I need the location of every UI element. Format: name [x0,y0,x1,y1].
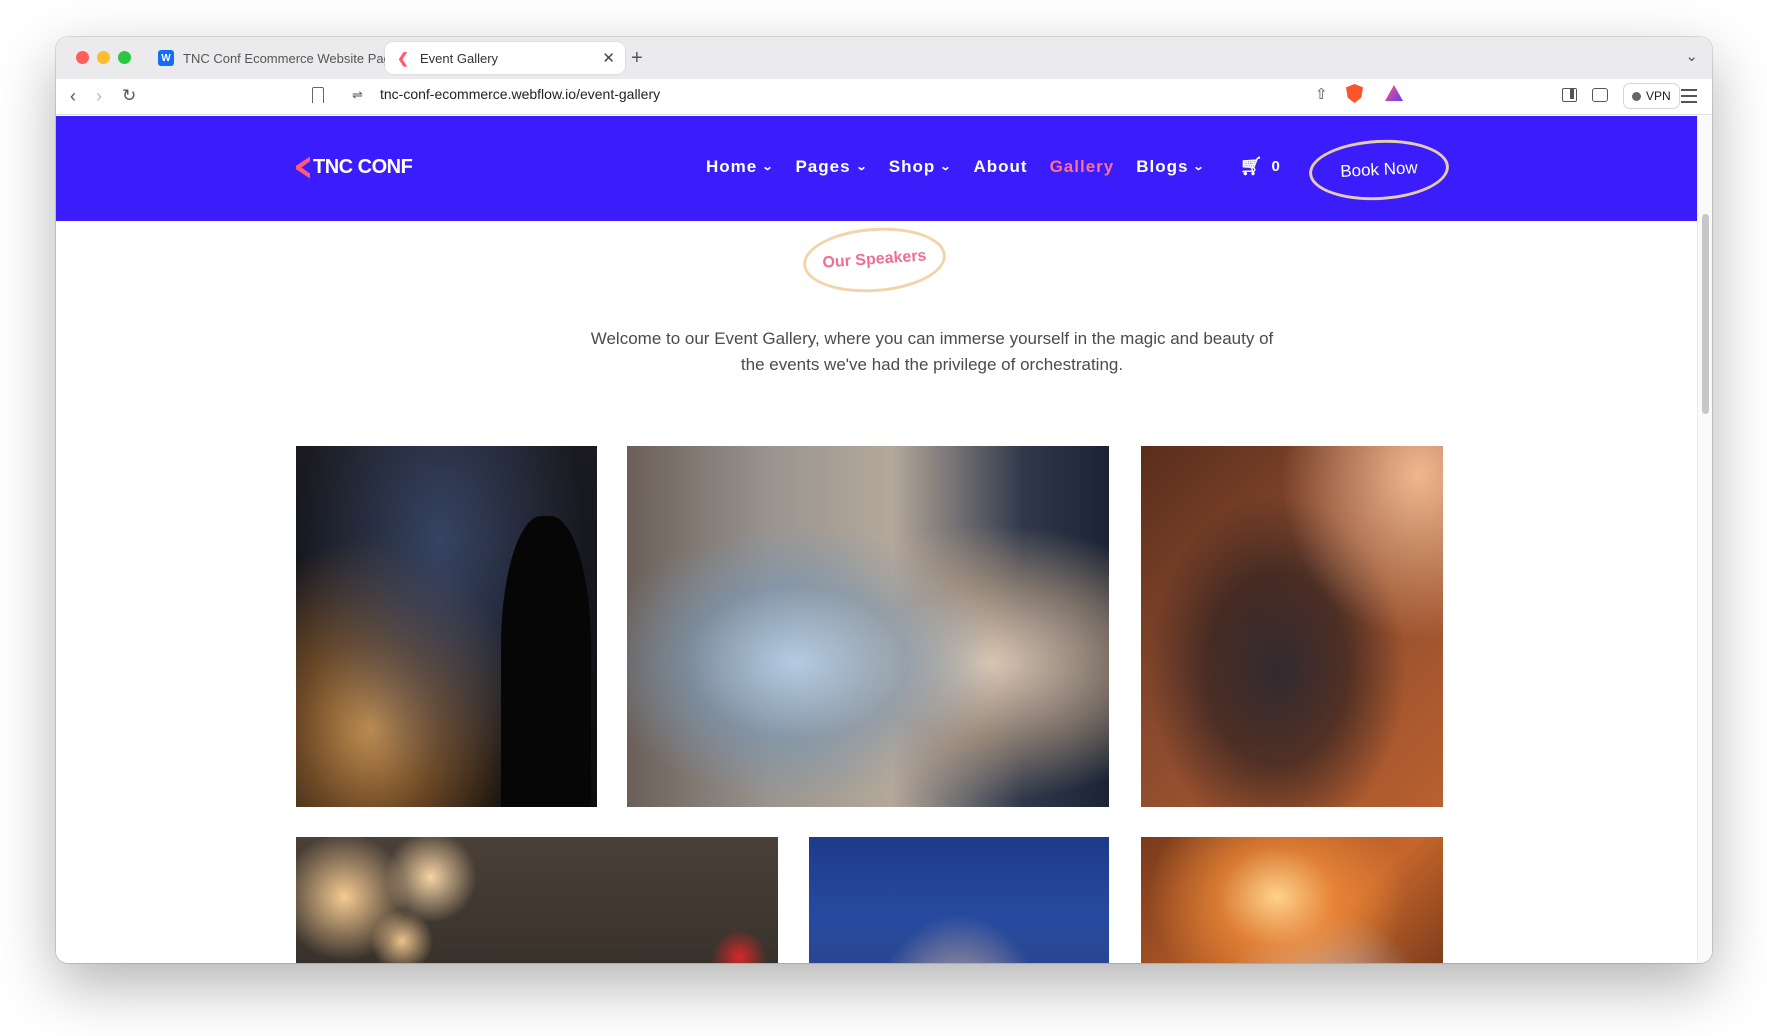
nav-gallery[interactable]: Gallery [1050,157,1115,177]
forward-icon[interactable]: › [96,86,102,107]
gallery-photo-attendee[interactable] [809,837,1109,963]
vpn-button[interactable]: VPN [1623,83,1680,109]
hamburger-menu-icon[interactable] [1681,89,1697,107]
nav-blogs[interactable]: Blogs ⌄ [1136,156,1207,177]
shopping-cart-icon: 🛒︎ [1239,156,1263,176]
reload-icon[interactable]: ↻ [122,86,136,106]
sidebar-toggle-icon[interactable] [1562,88,1577,102]
cart-button[interactable]: 🛒︎ 0 [1240,156,1280,177]
gallery-photo-audience[interactable] [627,446,1109,807]
nav-about-label: About [973,156,1028,176]
page-viewport: TNC CONF Home ⌄ Pages ⌄ Shop ⌄ About Galler… [56,116,1697,963]
chevron-down-icon: ⌄ [939,161,954,173]
browser-window: W TNC Conf Ecommerce Website Page ❮ Even… [56,37,1712,963]
chevron-down-icon: ⌄ [761,161,775,173]
nav-gallery-label: Gallery [1049,156,1115,176]
page-scrollbar[interactable] [1697,116,1712,963]
bookmark-icon[interactable] [312,87,324,103]
brave-rewards-icon[interactable] [1385,85,1403,101]
tnc-logo-icon [296,156,310,179]
tnc-favicon-icon: ❮ [397,49,409,66]
nav-home-label: Home [706,156,758,176]
gallery-photo-speaker[interactable] [296,446,597,807]
intro-line-2: the events we've had the privilege of or… [740,355,1124,374]
tab-strip: W TNC Conf Ecommerce Website Page ❮ Even… [56,37,1712,79]
nav-about[interactable]: About [973,157,1027,177]
brave-shields-icon[interactable] [1346,84,1363,103]
new-tab-button[interactable]: + [631,47,643,70]
gallery-photo-dancing[interactable] [1141,446,1443,807]
site-settings-icon[interactable]: ⇌ [352,87,363,103]
nav-home[interactable]: Home ⌄ [706,156,775,177]
gallery-photo-headphones[interactable] [1141,837,1443,963]
logo-text: TNC CONF [313,156,413,178]
section-eyebrow: Our Speakers [800,223,949,297]
vpn-label: VPN [1646,89,1671,103]
nav-shop-label: Shop [888,156,936,176]
scrollbar-thumb[interactable] [1702,214,1709,414]
site-logo[interactable]: TNC CONF [296,156,413,179]
nav-blogs-label: Blogs [1136,156,1189,176]
chevron-down-icon: ⌄ [1192,161,1207,173]
share-icon[interactable]: ⇧ [1315,85,1328,103]
tab-event-gallery[interactable]: ❮ Event Gallery ✕ [385,42,625,74]
tab-title: Event Gallery [420,50,499,66]
zoom-window-button[interactable] [118,51,131,64]
url-field[interactable]: tnc-conf-ecommerce.webflow.io/event-gall… [380,86,660,102]
close-tab-icon[interactable]: ✕ [602,49,615,67]
vpn-status-icon [1632,91,1641,101]
chevron-down-icon: ⌄ [855,161,869,173]
nav-pages[interactable]: Pages ⌄ [795,156,869,177]
site-navbar: TNC CONF Home ⌄ Pages ⌄ Shop ⌄ About Galler… [56,116,1697,221]
close-window-button[interactable] [76,51,89,64]
webflow-favicon-icon: W [158,50,174,66]
nav-shop[interactable]: Shop ⌄ [889,157,952,177]
main-nav: Home ⌄ Pages ⌄ Shop ⌄ About Gallery Blogs ⌄ [706,156,1280,177]
nav-pages-label: Pages [795,156,851,176]
cart-count: 0 [1271,158,1280,175]
gallery-photo-friends[interactable] [296,837,778,963]
intro-line-1: Welcome to our Event Gallery, where you … [590,329,1274,348]
gallery-intro: Welcome to our Event Gallery, where you … [576,326,1288,378]
book-now-button[interactable]: Book Now [1307,136,1451,204]
wallet-icon[interactable] [1592,88,1608,102]
tab-list-chevron-icon[interactable]: ⌄ [1685,47,1698,65]
address-toolbar: ‹ › ↻ ⇌ tnc-conf-ecommerce.webflow.io/ev… [56,79,1712,115]
back-icon[interactable]: ‹ [70,86,76,107]
minimize-window-button[interactable] [97,51,110,64]
